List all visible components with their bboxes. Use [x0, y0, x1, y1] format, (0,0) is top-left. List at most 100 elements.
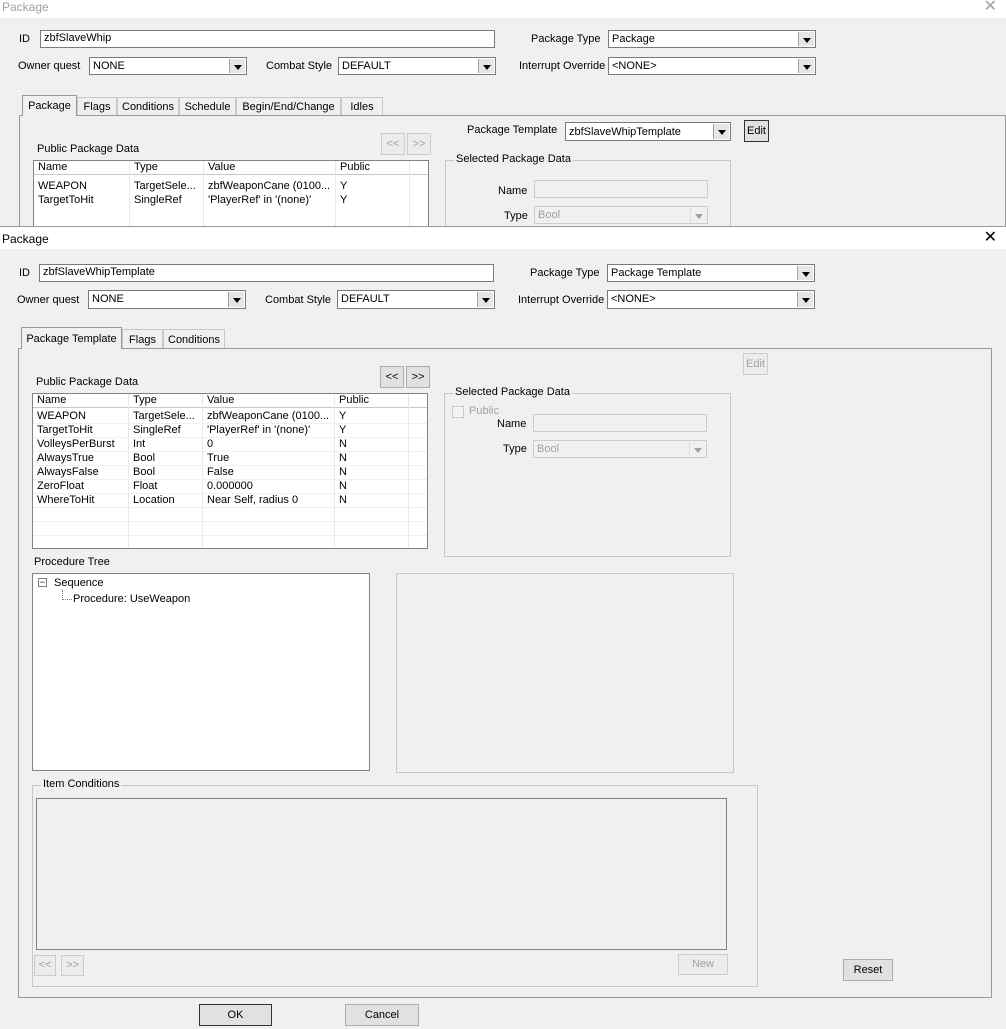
front-name-input[interactable]	[533, 414, 707, 432]
front-type-label: Type	[503, 443, 527, 455]
front-window-title: Package	[2, 232, 49, 246]
table-row[interactable]: WEAPON	[33, 409, 129, 423]
chevron-down-icon[interactable]	[797, 292, 813, 307]
chevron-down-icon[interactable]	[713, 124, 729, 139]
back-tab-schedule[interactable]: Schedule	[179, 97, 236, 116]
tree-connector	[62, 590, 72, 600]
chevron-down-icon[interactable]	[689, 442, 705, 456]
back-combat-style-label: Combat Style	[266, 60, 333, 72]
back-combat-style-select[interactable]: DEFAULT	[338, 57, 496, 75]
new-condition-button[interactable]: New	[678, 954, 728, 975]
front-package-window: Package ✕ ID zbfSlaveWhipTemplate Packag…	[0, 226, 1006, 1029]
front-tab-conditions[interactable]: Conditions	[163, 329, 225, 349]
front-col-value[interactable]: Value	[203, 394, 335, 408]
chevron-down-icon[interactable]	[798, 59, 814, 73]
back-col-name[interactable]: Name	[34, 161, 130, 175]
front-owner-quest-value: NONE	[92, 293, 124, 305]
back-edit-button[interactable]: Edit	[744, 120, 769, 142]
public-checkbox[interactable]	[452, 406, 464, 418]
table-row[interactable]: VolleysPerBurst	[33, 437, 129, 451]
chevron-down-icon[interactable]	[229, 59, 245, 73]
back-interrupt-label: Interrupt Override	[519, 60, 606, 72]
chevron-down-icon[interactable]	[690, 208, 706, 222]
table-row[interactable]: AlwaysTrue	[33, 451, 129, 465]
table-cell: Float	[133, 480, 158, 492]
back-owner-quest-select[interactable]: NONE	[89, 57, 247, 75]
table-cell: False	[207, 466, 234, 478]
front-type-select[interactable]: Bool	[533, 440, 707, 458]
table-cell: Y	[339, 424, 347, 436]
back-close-icon[interactable]: ✕	[984, 0, 997, 15]
chevron-down-icon[interactable]	[798, 32, 814, 46]
back-tab-conditions[interactable]: Conditions	[117, 97, 179, 116]
back-id-input[interactable]: zbfSlaveWhip	[40, 30, 495, 48]
front-next-button[interactable]: >>	[406, 366, 430, 388]
table-cell: N	[339, 480, 347, 492]
table-cell: N	[339, 494, 347, 506]
table-row[interactable]: TargetToHit	[33, 423, 129, 437]
front-interrupt-select[interactable]: <NONE>	[607, 290, 815, 309]
back-tab-package[interactable]: Package	[22, 95, 77, 116]
table-row[interactable]: TargetToHit	[34, 193, 130, 207]
item-conditions-list[interactable]	[36, 798, 727, 950]
front-col-name[interactable]: Name	[33, 394, 129, 408]
back-tab-begin-end-change[interactable]: Begin/End/Change	[236, 97, 341, 116]
table-cell: Y	[339, 410, 347, 422]
front-close-icon[interactable]: ✕	[984, 230, 997, 246]
conditions-next-button[interactable]: >>	[61, 955, 84, 976]
back-name-label: Name	[498, 185, 528, 197]
chevron-down-icon[interactable]	[228, 292, 244, 307]
front-combat-style-select[interactable]: DEFAULT	[337, 290, 495, 309]
front-tab-package-template[interactable]: Package Template	[21, 327, 122, 349]
back-col-type[interactable]: Type	[130, 161, 204, 175]
front-interrupt-label: Interrupt Override	[518, 294, 605, 306]
back-next-button[interactable]: >>	[407, 133, 431, 155]
tree-node-sequence[interactable]: Sequence	[54, 577, 104, 589]
reset-button[interactable]: Reset	[843, 959, 893, 981]
front-tab-flags[interactable]: Flags	[122, 329, 163, 349]
table-cell: Near Self, radius 0	[207, 494, 299, 506]
front-col-public[interactable]: Public	[335, 394, 409, 408]
front-prev-button[interactable]: <<	[380, 366, 404, 388]
table-cell: Y	[340, 194, 348, 206]
front-col-type[interactable]: Type	[129, 394, 203, 408]
front-item-conditions-caption: Item Conditions	[41, 778, 122, 790]
back-type-select[interactable]: Bool	[534, 206, 708, 224]
back-tab-flags[interactable]: Flags	[77, 97, 117, 116]
chevron-down-icon[interactable]	[797, 266, 813, 280]
front-package-type-label: Package Type	[530, 267, 600, 279]
back-template-value: zbfSlaveWhipTemplate	[569, 126, 681, 138]
cancel-button[interactable]: Cancel	[345, 1004, 419, 1026]
table-cell: N	[339, 466, 347, 478]
back-col-value[interactable]: Value	[204, 161, 336, 175]
conditions-prev-button[interactable]: <<	[34, 955, 56, 976]
front-id-input[interactable]: zbfSlaveWhipTemplate	[39, 264, 494, 282]
front-ppd-list[interactable]: Name Type Value Public WEAPON TargetSele…	[32, 393, 428, 549]
chevron-down-icon[interactable]	[478, 59, 494, 73]
back-title-bar: Package ✕	[0, 0, 1006, 18]
chevron-down-icon[interactable]	[477, 292, 493, 307]
front-edit-button[interactable]: Edit	[743, 353, 768, 375]
ok-button[interactable]: OK	[199, 1004, 272, 1026]
back-interrupt-select[interactable]: <NONE>	[608, 57, 816, 75]
back-ppd-list[interactable]: Name Type Value Public WEAPON TargetSele…	[33, 160, 429, 230]
back-type-value: Bool	[538, 209, 561, 221]
procedure-detail-panel	[396, 573, 734, 773]
table-row[interactable]: ZeroFloat	[33, 479, 129, 493]
table-row[interactable]: WhereToHit	[33, 493, 129, 507]
back-name-input[interactable]	[534, 180, 708, 198]
table-row[interactable]: AlwaysFalse	[33, 465, 129, 479]
back-package-type-select[interactable]: Package	[608, 30, 816, 48]
table-row[interactable]: WEAPON	[34, 179, 130, 193]
front-package-type-select[interactable]: Package Template	[607, 264, 815, 282]
front-owner-quest-select[interactable]: NONE	[88, 290, 246, 309]
back-col-public[interactable]: Public	[336, 161, 410, 175]
front-ppd-label: Public Package Data	[36, 376, 139, 388]
procedure-tree[interactable]: − Sequence Procedure: UseWeapon	[32, 573, 370, 771]
back-template-select[interactable]: zbfSlaveWhipTemplate	[565, 122, 731, 141]
back-prev-button[interactable]: <<	[381, 133, 405, 155]
front-type-value: Bool	[537, 443, 560, 455]
back-tab-idles[interactable]: Idles	[341, 97, 383, 116]
collapse-icon[interactable]: −	[38, 578, 47, 587]
tree-node-procedure[interactable]: Procedure: UseWeapon	[73, 593, 190, 605]
